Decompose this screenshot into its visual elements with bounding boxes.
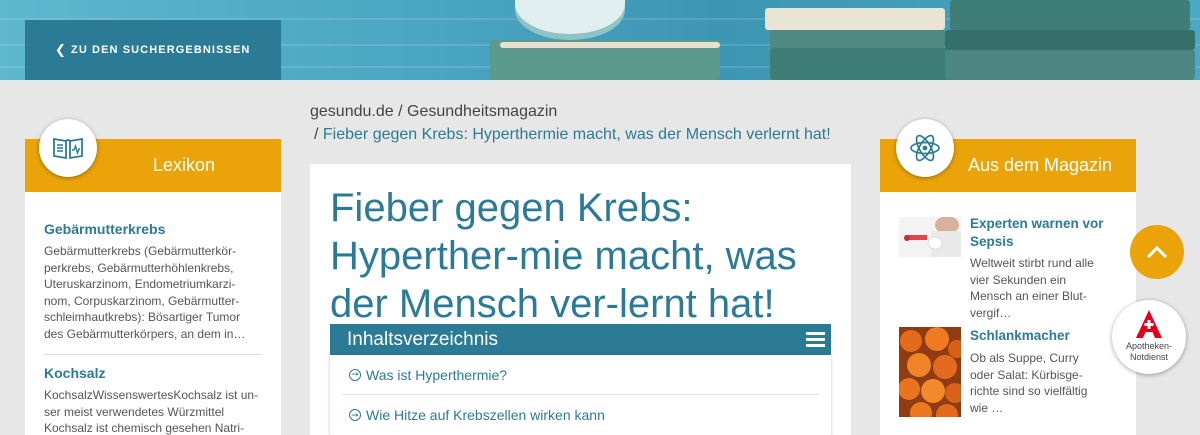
lexikon-title: Lexikon	[153, 155, 216, 175]
magazin-title: Aus dem Magazin	[968, 155, 1113, 175]
magazin-item-title[interactable]: Experten warnen vor Sepsis	[970, 215, 1120, 251]
magazin-item-text: Ob als Suppe, Curry oder Salat: Kürbisge…	[970, 351, 1088, 415]
back-button-label: ZU DEN SUCHERGEBNISSEN	[71, 44, 251, 56]
arrow-right-circle-icon: ➞	[349, 368, 361, 381]
lexikon-entry: Kochsalz KochsalzWissenswertesKochsalz i…	[25, 365, 281, 435]
article-card: Fieber gegen Krebs: Hyperther-mie macht,…	[310, 164, 851, 435]
magazin-item-title[interactable]: Schlankmacher	[970, 327, 1120, 345]
back-to-results-button[interactable]: ❮ ZU DEN SUCHERGEBNISSEN	[25, 20, 281, 80]
toc-title: Inhaltsverzeichnis	[347, 328, 499, 350]
breadcrumb-current-link[interactable]: Fieber gegen Krebs: Hyperthermie macht, …	[323, 126, 831, 143]
breadcrumb-separator: /	[314, 126, 319, 143]
toc-item-label: Was ist Hyperthermie?	[366, 366, 508, 383]
table-of-contents: Inhaltsverzeichnis ➞ Was ist Hyperthermi…	[330, 324, 831, 435]
lexikon-box: Lexikon Gebärmutterkrebs Gebärmutterkreb…	[25, 119, 281, 435]
toc-list: ➞ Was ist Hyperthermie? ➞ Wie Hitze auf …	[330, 355, 831, 435]
bowl-decoration	[515, 0, 625, 34]
toc-item[interactable]: ➞ Wie Hitze auf Krebszellen wirken kann	[342, 395, 819, 435]
breadcrumb: gesundu.de / Gesundheitsmagazin / Fieber…	[310, 100, 870, 146]
atom-icon	[896, 119, 954, 177]
magazin-item[interactable]: Schlankmacher Ob als Suppe, Curry oder S…	[880, 312, 1136, 432]
breadcrumb-separator: /	[398, 103, 403, 120]
magazin-thumbnail[interactable]	[898, 327, 966, 426]
article-title: Fieber gegen Krebs: Hyperther-mie macht,…	[330, 186, 797, 326]
magazin-item[interactable]: Experten warnen vor Sepsis Weltweit stir…	[880, 192, 1136, 320]
magazin-box: Aus dem Magazin Experten warnen vor Seps…	[880, 119, 1136, 435]
toc-item-label: Wie Hitze auf Krebszellen wirken kann	[366, 407, 605, 423]
breadcrumb-section-link[interactable]: Gesundheitsmagazin	[407, 103, 557, 120]
divider	[44, 354, 262, 355]
breadcrumb-home-link[interactable]: gesundu.de	[310, 103, 394, 120]
chevron-up-icon	[1146, 245, 1168, 259]
chevron-left-icon: ❮	[55, 42, 67, 57]
pharmacy-emergency-label: Apotheken-Notdienst	[1125, 341, 1173, 362]
pharmacy-logo-icon	[1136, 310, 1162, 338]
open-book-icon	[39, 119, 97, 177]
lexikon-entry-title[interactable]: Gebärmutterkrebs	[44, 221, 262, 237]
pharmacy-emergency-button[interactable]: Apotheken-Notdienst	[1112, 300, 1186, 374]
lexikon-entry-title[interactable]: Kochsalz	[44, 365, 262, 381]
toc-header: Inhaltsverzeichnis	[330, 324, 831, 355]
lexikon-entry-text: Gebärmutterkrebs (Gebärmutterkör-perkreb…	[44, 244, 246, 341]
lexikon-entry-text: KochsalzWissenswertesKochsalz ist un-ser…	[44, 388, 259, 435]
arrow-right-circle-icon: ➞	[349, 409, 361, 421]
scroll-to-top-button[interactable]	[1130, 225, 1184, 279]
toc-item[interactable]: ➞ Was ist Hyperthermie?	[342, 355, 819, 395]
hamburger-menu-icon[interactable]	[806, 332, 825, 347]
magazin-thumbnail[interactable]	[899, 216, 961, 257]
hero-banner: ❮ ZU DEN SUCHERGEBNISSEN	[0, 0, 1200, 80]
lexikon-entry: Gebärmutterkrebs Gebärmutterkrebs (Gebär…	[25, 221, 281, 342]
